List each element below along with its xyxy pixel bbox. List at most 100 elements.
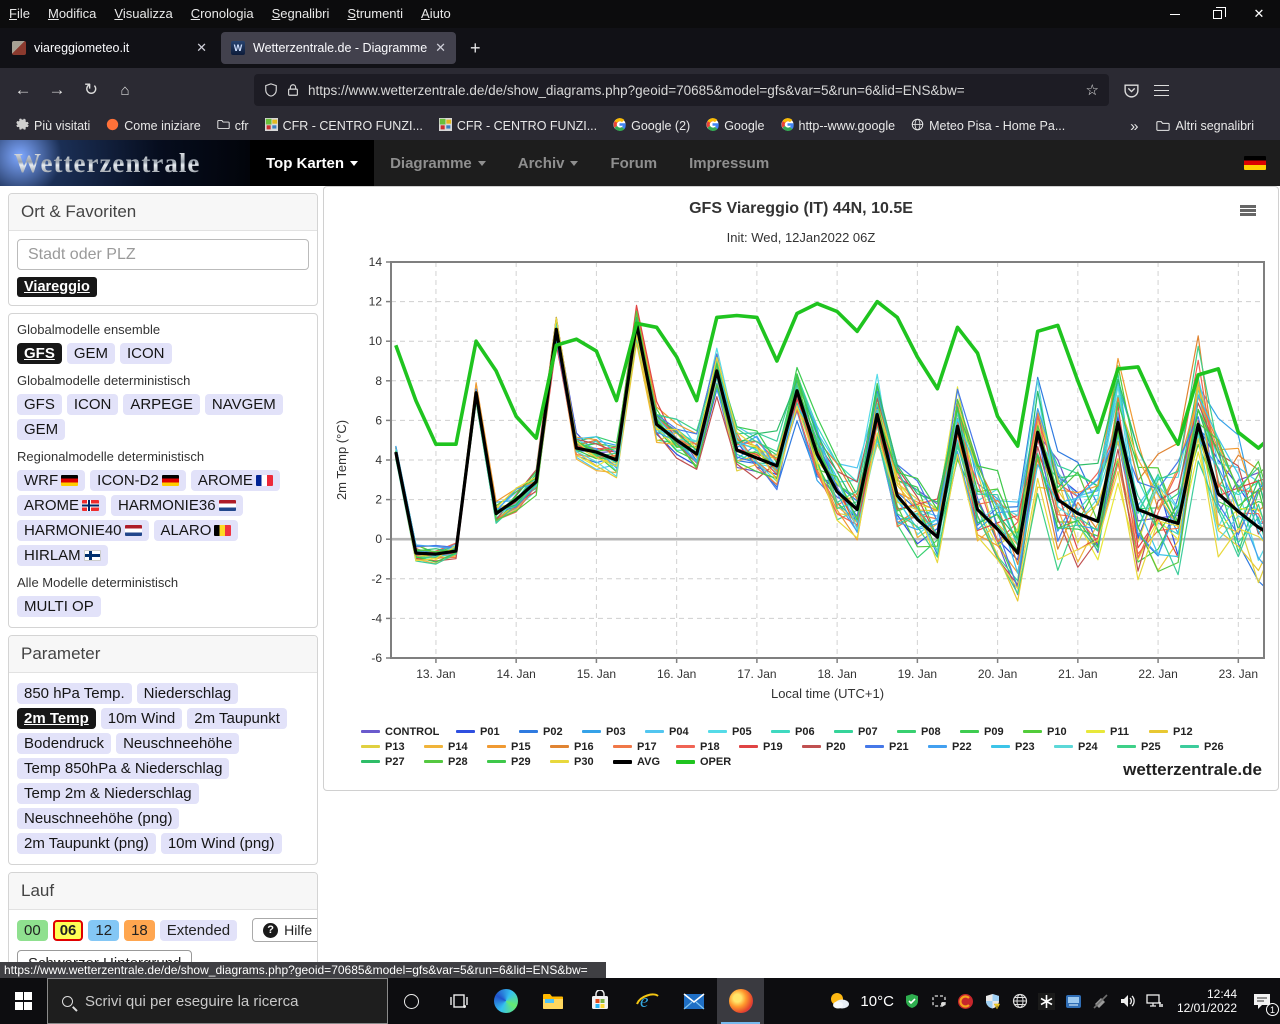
model-button-gfs[interactable]: GFS [17, 343, 62, 364]
other-bookmarks-folder[interactable]: Altri segnalibri [1148, 119, 1262, 133]
legend-item-p25[interactable]: P25 [1117, 739, 1180, 754]
tracking-shield-icon[interactable] [264, 83, 278, 97]
language-flag-icon[interactable] [1244, 156, 1266, 170]
back-button[interactable]: ← [6, 80, 40, 100]
parameter-button-2m-taupunkt[interactable]: 2m Taupunkt [187, 708, 287, 729]
url-bar[interactable]: https://www.wetterzentrale.de/de/show_di… [254, 74, 1109, 106]
internet-explorer-button[interactable]: e [623, 978, 670, 1024]
legend-item-p19[interactable]: P19 [739, 739, 802, 754]
legend-item-p05[interactable]: P05 [708, 724, 771, 739]
legend-item-p14[interactable]: P14 [424, 739, 487, 754]
model-button-icon[interactable]: ICON [120, 343, 172, 364]
bookmark-item[interactable]: Google [698, 118, 772, 134]
weather-icon[interactable] [829, 991, 851, 1011]
minimize-button[interactable] [1154, 0, 1196, 28]
legend-item-p30[interactable]: P30 [550, 754, 613, 769]
bookmark-item[interactable]: Più visitati [8, 118, 98, 134]
parameter-button-bodendruck[interactable]: Bodendruck [17, 733, 111, 754]
run-button-18[interactable]: 18 [124, 920, 155, 941]
bookmark-item[interactable]: Come iniziare [98, 118, 208, 134]
parameter-button-temp-850hpa-niederschlag[interactable]: Temp 850hPa & Niederschlag [17, 758, 229, 779]
file-explorer-button[interactable] [529, 978, 576, 1024]
model-button-navgem[interactable]: NAVGEM [205, 394, 283, 415]
parameter-button-10m-wind[interactable]: 10m Wind [101, 708, 183, 729]
legend-item-p12[interactable]: P12 [1149, 724, 1212, 739]
model-button-multi-op[interactable]: MULTI OP [17, 596, 101, 617]
run-button-06[interactable]: 06 [53, 920, 84, 941]
legend-item-control[interactable]: CONTROL [361, 724, 456, 739]
menu-visualizza[interactable]: Visualizza [105, 0, 181, 28]
bookmark-item[interactable]: cfr [209, 118, 257, 134]
legend-item-oper[interactable]: OPER [676, 754, 739, 769]
parameter-button-neuschneeh-he[interactable]: Neuschneehöhe [116, 733, 239, 754]
legend-item-p13[interactable]: P13 [361, 739, 424, 754]
browser-tab[interactable]: viareggiometeo.it✕ [2, 32, 217, 64]
legend-item-p28[interactable]: P28 [424, 754, 487, 769]
taskbar-clock[interactable]: 12:44 12/01/2022 [1177, 987, 1237, 1015]
bookmark-item[interactable]: Meteo Pisa - Home Pa... [903, 118, 1073, 134]
legend-item-p02[interactable]: P02 [519, 724, 582, 739]
legend-item-p04[interactable]: P04 [645, 724, 708, 739]
menu-modifica[interactable]: Modifica [39, 0, 105, 28]
legend-item-p20[interactable]: P20 [802, 739, 865, 754]
task-view-button[interactable] [435, 978, 482, 1024]
legend-item-p09[interactable]: P09 [960, 724, 1023, 739]
close-button[interactable]: ✕ [1238, 0, 1280, 28]
parameter-button-850-hpa-temp-[interactable]: 850 hPa Temp. [17, 683, 132, 704]
menu-aiuto[interactable]: Aiuto [412, 0, 460, 28]
bookmark-item[interactable]: CFR - CENTRO FUNZI... [431, 118, 605, 134]
legend-item-avg[interactable]: AVG [613, 754, 676, 769]
disconnected-device-icon[interactable] [1092, 992, 1110, 1010]
favorite-location-chip[interactable]: Viareggio [17, 277, 97, 297]
bookmark-star-icon[interactable]: ☆ [1086, 81, 1099, 99]
legend-item-p08[interactable]: P08 [897, 724, 960, 739]
reload-button[interactable]: ↻ [74, 80, 108, 100]
taskbar-search-box[interactable]: Scrivi qui per eseguire la ricerca [47, 978, 388, 1024]
site-nav-archiv[interactable]: Archiv [502, 140, 595, 186]
url-text[interactable]: https://www.wetterzentrale.de/de/show_di… [308, 83, 1078, 98]
menu-strumenti[interactable]: Strumenti [338, 0, 412, 28]
forward-button[interactable]: → [40, 80, 74, 100]
run-button-12[interactable]: 12 [88, 920, 119, 941]
bookmarks-overflow-icon[interactable]: » [1130, 118, 1138, 135]
model-button-arome[interactable]: AROME [191, 470, 280, 491]
bookmark-item[interactable]: Google (2) [605, 118, 698, 134]
legend-item-p26[interactable]: P26 [1180, 739, 1243, 754]
tab-close-icon[interactable]: ✕ [196, 40, 207, 56]
site-nav-impressum[interactable]: Impressum [673, 140, 785, 186]
volume-icon[interactable] [1119, 992, 1137, 1010]
menu-file[interactable]: File [0, 0, 39, 28]
remote-desktop-icon[interactable] [1065, 992, 1083, 1010]
legend-item-p07[interactable]: P07 [834, 724, 897, 739]
model-button-gfs[interactable]: GFS [17, 394, 62, 415]
legend-item-p29[interactable]: P29 [487, 754, 550, 769]
pinwheel-icon[interactable] [1038, 992, 1056, 1010]
legend-item-p22[interactable]: P22 [928, 739, 991, 754]
legend-item-p06[interactable]: P06 [771, 724, 834, 739]
parameter-button-niederschlag[interactable]: Niederschlag [137, 683, 239, 704]
city-search-input[interactable] [17, 239, 309, 270]
run-button-00[interactable]: 00 [17, 920, 48, 941]
parameter-button-2m-taupunkt-png-[interactable]: 2m Taupunkt (png) [17, 833, 156, 854]
model-button-alaro[interactable]: ALARO [154, 520, 239, 541]
lock-icon[interactable] [286, 83, 300, 97]
legend-item-p01[interactable]: P01 [456, 724, 519, 739]
legend-item-p17[interactable]: P17 [613, 739, 676, 754]
tray-temperature[interactable]: 10°C [860, 993, 894, 1010]
model-button-wrf[interactable]: WRF [17, 470, 85, 491]
parameter-button-temp-2m-niederschlag[interactable]: Temp 2m & Niederschlag [17, 783, 199, 804]
store-button[interactable] [576, 978, 623, 1024]
model-button-icon-d2[interactable]: ICON-D2 [90, 470, 186, 491]
new-tab-button[interactable]: + [458, 38, 493, 59]
parameter-button-2m-temp[interactable]: 2m Temp [17, 708, 96, 729]
pocket-icon[interactable] [1123, 82, 1140, 99]
bookmark-item[interactable]: CFR - CENTRO FUNZI... [257, 118, 431, 134]
bookmark-item[interactable]: http--www.google [773, 118, 904, 134]
model-button-harmonie40[interactable]: HARMONIE40 [17, 520, 149, 541]
model-button-gem[interactable]: GEM [67, 343, 115, 364]
defender-shield-icon[interactable] [984, 992, 1002, 1010]
help-button[interactable]: ?Hilfe [252, 918, 318, 942]
model-button-icon[interactable]: ICON [67, 394, 119, 415]
firefox-button[interactable] [717, 978, 764, 1024]
antivirus-shield-icon[interactable] [903, 992, 921, 1010]
